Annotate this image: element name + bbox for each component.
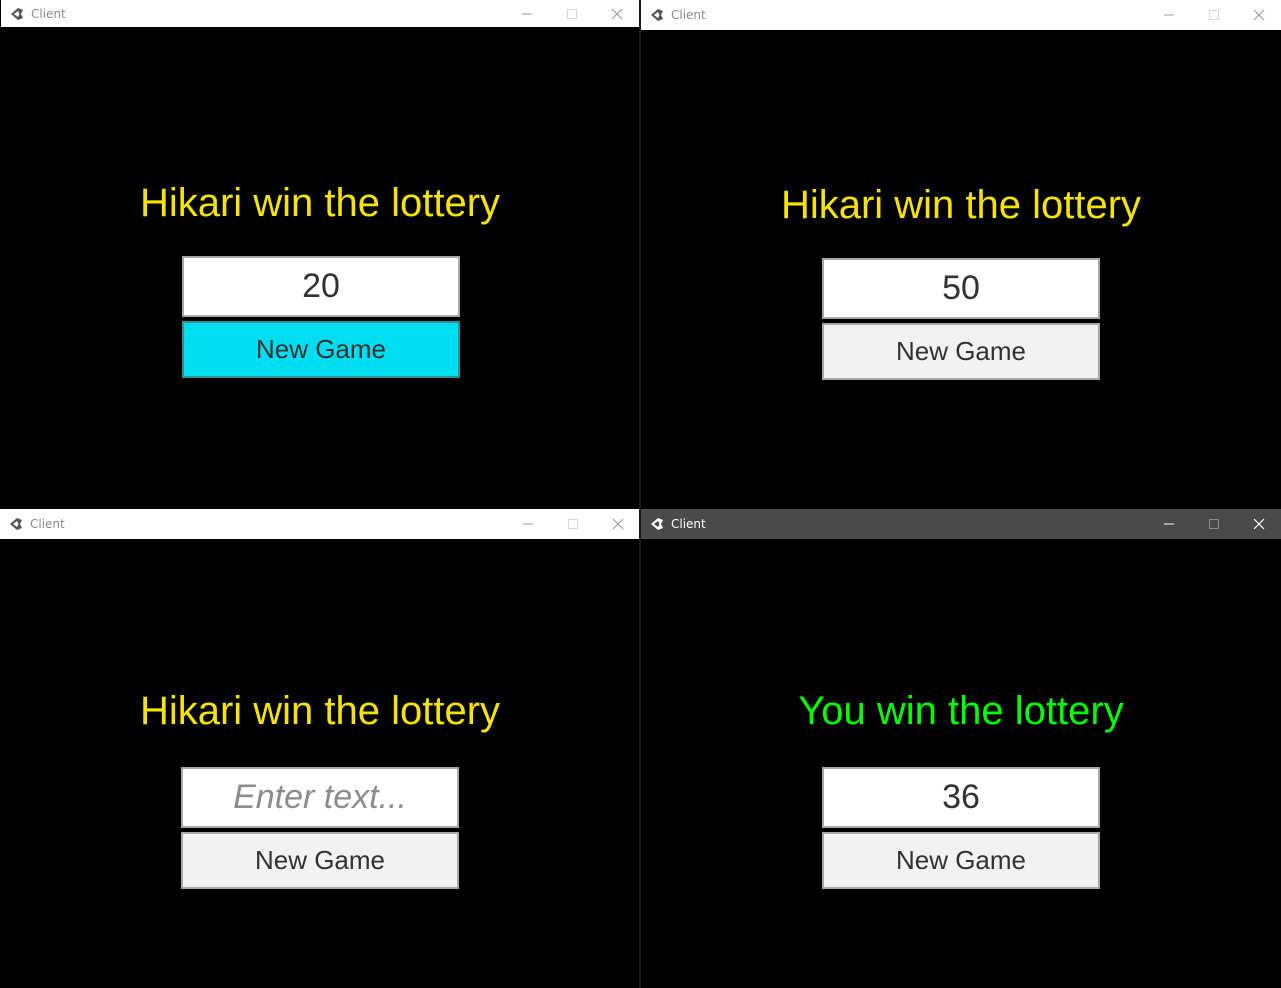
game-canvas: You win the lottery 36 New Game [641, 539, 1281, 988]
lottery-heading: You win the lottery [798, 689, 1124, 733]
maximize-icon [566, 8, 577, 19]
input-value: 20 [302, 267, 340, 305]
maximize-button[interactable] [1191, 509, 1236, 539]
window-title: Client [30, 517, 65, 531]
number-input[interactable]: Enter text... [181, 767, 459, 828]
unity-icon [8, 516, 24, 532]
client-window-bottom-left: Client Hikari win the lottery Enter text… [0, 509, 640, 988]
maximize-button[interactable] [1191, 0, 1236, 30]
window-title: Client [671, 517, 706, 531]
close-button[interactable] [1236, 509, 1281, 539]
close-icon [612, 518, 623, 530]
close-icon [1253, 9, 1264, 21]
game-canvas: Hikari win the lottery 20 New Game [1, 27, 639, 508]
lottery-heading: Hikari win the lottery [780, 183, 1142, 227]
number-input[interactable]: 20 [182, 256, 460, 317]
close-icon [611, 8, 622, 19]
close-button[interactable] [595, 509, 640, 539]
minimize-icon [522, 523, 533, 525]
window-title: Client [671, 8, 706, 22]
input-value: 36 [942, 778, 980, 816]
client-window-top-left: Client Hikari win the lottery 20 New Gam… [1, 0, 639, 508]
close-icon [1253, 518, 1264, 530]
minimize-button[interactable] [504, 0, 549, 27]
title-bar[interactable]: Client [0, 509, 640, 539]
close-button[interactable] [1236, 0, 1281, 30]
new-game-button[interactable]: New Game [181, 832, 459, 889]
minimize-icon [1163, 14, 1174, 16]
maximize-icon [1208, 519, 1219, 529]
lottery-heading: Hikari win the lottery [139, 689, 501, 733]
new-game-button[interactable]: New Game [182, 321, 460, 378]
game-canvas: Hikari win the lottery 50 New Game [641, 30, 1281, 508]
number-input[interactable]: 36 [822, 767, 1100, 828]
maximize-icon [567, 519, 578, 529]
minimize-button[interactable] [505, 509, 550, 539]
minimize-icon [521, 13, 532, 14]
maximize-icon [1208, 10, 1219, 20]
title-bar[interactable]: Client [641, 509, 1281, 539]
unity-icon [649, 7, 665, 23]
client-window-bottom-right: Client You win the lottery 36 New Game [641, 509, 1281, 988]
minimize-button[interactable] [1146, 0, 1191, 30]
client-window-top-right: Client Hikari win the lottery 50 New Gam… [641, 0, 1281, 508]
minimize-button[interactable] [1146, 509, 1191, 539]
input-placeholder: Enter text... [233, 778, 407, 816]
lottery-heading: Hikari win the lottery [139, 181, 501, 225]
title-bar[interactable]: Client [1, 0, 639, 27]
unity-icon [649, 516, 665, 532]
maximize-button[interactable] [550, 509, 595, 539]
minimize-icon [1163, 523, 1174, 525]
window-divider [639, 0, 641, 988]
input-value: 50 [942, 269, 980, 307]
close-button[interactable] [594, 0, 639, 27]
window-title: Client [31, 6, 66, 21]
new-game-button[interactable]: New Game [822, 323, 1100, 380]
title-bar[interactable]: Client [641, 0, 1281, 30]
game-canvas: Hikari win the lottery Enter text... New… [0, 539, 640, 988]
number-input[interactable]: 50 [822, 258, 1100, 319]
new-game-button[interactable]: New Game [822, 832, 1100, 889]
unity-icon [9, 6, 25, 22]
maximize-button[interactable] [549, 0, 594, 27]
